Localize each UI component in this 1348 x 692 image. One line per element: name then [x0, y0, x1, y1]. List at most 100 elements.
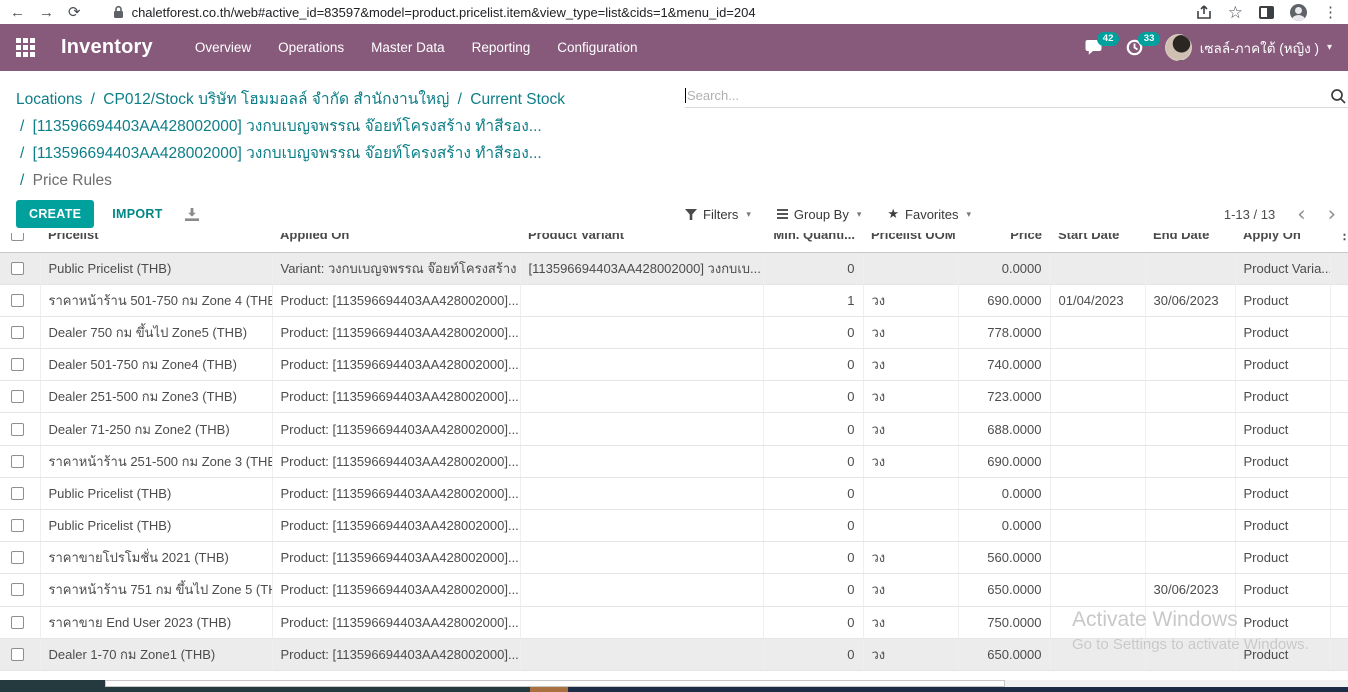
cell-min-qty[interactable]: 0 [763, 510, 863, 542]
cell-min-qty[interactable]: 0 [763, 349, 863, 381]
cell-end-date[interactable]: 30/06/2023 [1145, 284, 1235, 316]
cell-product-variant[interactable] [520, 445, 763, 477]
cell-applied-on[interactable]: Product: [113596694403AA428002000]... [272, 284, 520, 316]
cell-min-qty[interactable]: 0 [763, 574, 863, 606]
cell-end-date[interactable] [1145, 542, 1235, 574]
optional-columns-toggle[interactable]: ⋮ [1330, 233, 1348, 252]
cell-min-qty[interactable]: 0 [763, 477, 863, 509]
cell-min-qty[interactable]: 0 [763, 445, 863, 477]
column-header-price[interactable]: Price [958, 233, 1050, 252]
column-header-start-date[interactable]: Start Date [1050, 233, 1145, 252]
apps-menu-icon[interactable] [16, 38, 35, 57]
cell-uom[interactable]: วง [863, 284, 958, 316]
cell-min-qty[interactable]: 1 [763, 284, 863, 316]
cell-apply-on[interactable]: Product [1235, 316, 1330, 348]
create-button[interactable]: CREATE [16, 200, 94, 228]
row-checkbox[interactable] [11, 519, 24, 532]
messages-button[interactable]: 42 [1085, 39, 1104, 56]
cell-price[interactable]: 688.0000 [958, 413, 1050, 445]
select-all-checkbox[interactable] [11, 233, 24, 241]
cell-apply-on[interactable]: Product [1235, 606, 1330, 638]
browser-back-icon[interactable]: ← [10, 5, 25, 20]
cell-end-date[interactable] [1145, 316, 1235, 348]
cell-end-date[interactable] [1145, 606, 1235, 638]
cell-end-date[interactable] [1145, 413, 1235, 445]
cell-uom[interactable] [863, 477, 958, 509]
cell-end-date[interactable]: 30/06/2023 [1145, 574, 1235, 606]
cell-price[interactable]: 560.0000 [958, 542, 1050, 574]
cell-start-date[interactable]: 01/04/2023 [1050, 284, 1145, 316]
cell-price[interactable]: 0.0000 [958, 510, 1050, 542]
cell-start-date[interactable] [1050, 316, 1145, 348]
cell-product-variant[interactable] [520, 477, 763, 509]
cell-apply-on[interactable]: Product [1235, 574, 1330, 606]
cell-start-date[interactable] [1050, 542, 1145, 574]
menu-operations[interactable]: Operations [278, 40, 344, 55]
cell-apply-on[interactable]: Product [1235, 349, 1330, 381]
cell-pricelist[interactable]: ราคาหน้าร้าน 751 กม ขึ้นไป Zone 5 (TH... [40, 574, 272, 606]
cell-min-qty[interactable]: 0 [763, 638, 863, 670]
cell-applied-on[interactable]: Product: [113596694403AA428002000]... [272, 349, 520, 381]
row-checkbox[interactable] [11, 648, 24, 661]
column-header-applied-on[interactable]: Applied On [272, 233, 520, 252]
row-checkbox[interactable] [11, 487, 24, 500]
column-header-min-qty[interactable]: Min. Quanti... [763, 233, 863, 252]
table-row[interactable]: ราคาหน้าร้าน 751 กม ขึ้นไป Zone 5 (TH...… [0, 574, 1348, 606]
search-icon[interactable] [1330, 88, 1346, 104]
breadcrumb-link-stock-location[interactable]: CP012/Stock บริษัท โฮมมอลล์ จำกัด สำนักง… [103, 91, 449, 108]
filters-dropdown[interactable]: Filters ▾ [685, 207, 751, 222]
table-row[interactable]: Dealer 750 กม ขึ้นไป Zone5 (THB)Product:… [0, 316, 1348, 348]
row-checkbox[interactable] [11, 294, 24, 307]
menu-overview[interactable]: Overview [195, 40, 251, 55]
table-row[interactable]: ราคาขายโปรโมชั่น 2021 (THB)Product: [113… [0, 542, 1348, 574]
cell-apply-on[interactable]: Product [1235, 284, 1330, 316]
row-checkbox[interactable] [11, 262, 24, 275]
cell-min-qty[interactable]: 0 [763, 606, 863, 638]
cell-product-variant[interactable] [520, 510, 763, 542]
side-panel-icon[interactable] [1259, 6, 1274, 19]
share-icon[interactable] [1196, 5, 1212, 20]
app-title[interactable]: Inventory [61, 36, 153, 59]
cell-pricelist[interactable]: Public Pricelist (THB) [40, 252, 272, 284]
cell-end-date[interactable] [1145, 477, 1235, 509]
horizontal-scrollbar-thumb[interactable] [105, 680, 1005, 687]
cell-pricelist[interactable]: Dealer 251-500 กม Zone3 (THB) [40, 381, 272, 413]
table-row[interactable]: ราคาหน้าร้าน 251-500 กม Zone 3 (THB) Prod… [0, 445, 1348, 477]
cell-applied-on[interactable]: Variant: วงกบเบญจพรรณ จ๊อยท์โครงสร้าง ..… [272, 252, 520, 284]
pager-previous-icon[interactable]: ‹ [1297, 204, 1305, 225]
cell-pricelist[interactable]: Dealer 501-750 กม Zone4 (THB) [40, 349, 272, 381]
cell-product-variant[interactable] [520, 349, 763, 381]
column-header-apply-on[interactable]: Apply On [1235, 233, 1330, 252]
cell-apply-on[interactable]: Product [1235, 445, 1330, 477]
browser-reload-icon[interactable]: ⟳ [68, 5, 81, 20]
cell-pricelist[interactable]: ราคาหน้าร้าน 251-500 กม Zone 3 (THB) [40, 445, 272, 477]
cell-start-date[interactable] [1050, 349, 1145, 381]
row-checkbox[interactable] [11, 455, 24, 468]
favorites-dropdown[interactable]: ★ Favorites ▾ [887, 206, 971, 222]
breadcrumb-link-variant-1[interactable]: [113596694403AA428002000] วงกบเบญจพรรณ จ… [33, 118, 542, 135]
cell-applied-on[interactable]: Product: [113596694403AA428002000]... [272, 413, 520, 445]
cell-apply-on[interactable]: Product [1235, 477, 1330, 509]
table-row[interactable]: Dealer 71-250 กม Zone2 (THB)Product: [11… [0, 413, 1348, 445]
cell-pricelist[interactable]: Dealer 1-70 กม Zone1 (THB) [40, 638, 272, 670]
cell-start-date[interactable] [1050, 574, 1145, 606]
browser-profile-icon[interactable] [1290, 4, 1307, 21]
row-checkbox[interactable] [11, 616, 24, 629]
cell-product-variant[interactable] [520, 284, 763, 316]
import-button[interactable]: IMPORT [112, 207, 162, 221]
cell-uom[interactable]: วง [863, 413, 958, 445]
row-checkbox[interactable] [11, 583, 24, 596]
table-row[interactable]: Dealer 251-500 กม Zone3 (THB)Product: [1… [0, 381, 1348, 413]
cell-end-date[interactable] [1145, 638, 1235, 670]
table-row[interactable]: Dealer 1-70 กม Zone1 (THB)Product: [1135… [0, 638, 1348, 670]
cell-uom[interactable]: วง [863, 316, 958, 348]
cell-price[interactable]: 778.0000 [958, 316, 1050, 348]
column-header-product-variant[interactable]: Product Variant [520, 233, 763, 252]
row-checkbox[interactable] [11, 358, 24, 371]
activities-button[interactable]: 33 [1126, 39, 1143, 56]
cell-uom[interactable] [863, 252, 958, 284]
cell-uom[interactable]: วง [863, 574, 958, 606]
cell-min-qty[interactable]: 0 [763, 413, 863, 445]
cell-start-date[interactable] [1050, 606, 1145, 638]
cell-product-variant[interactable]: [113596694403AA428002000] วงกบเบ... [520, 252, 763, 284]
